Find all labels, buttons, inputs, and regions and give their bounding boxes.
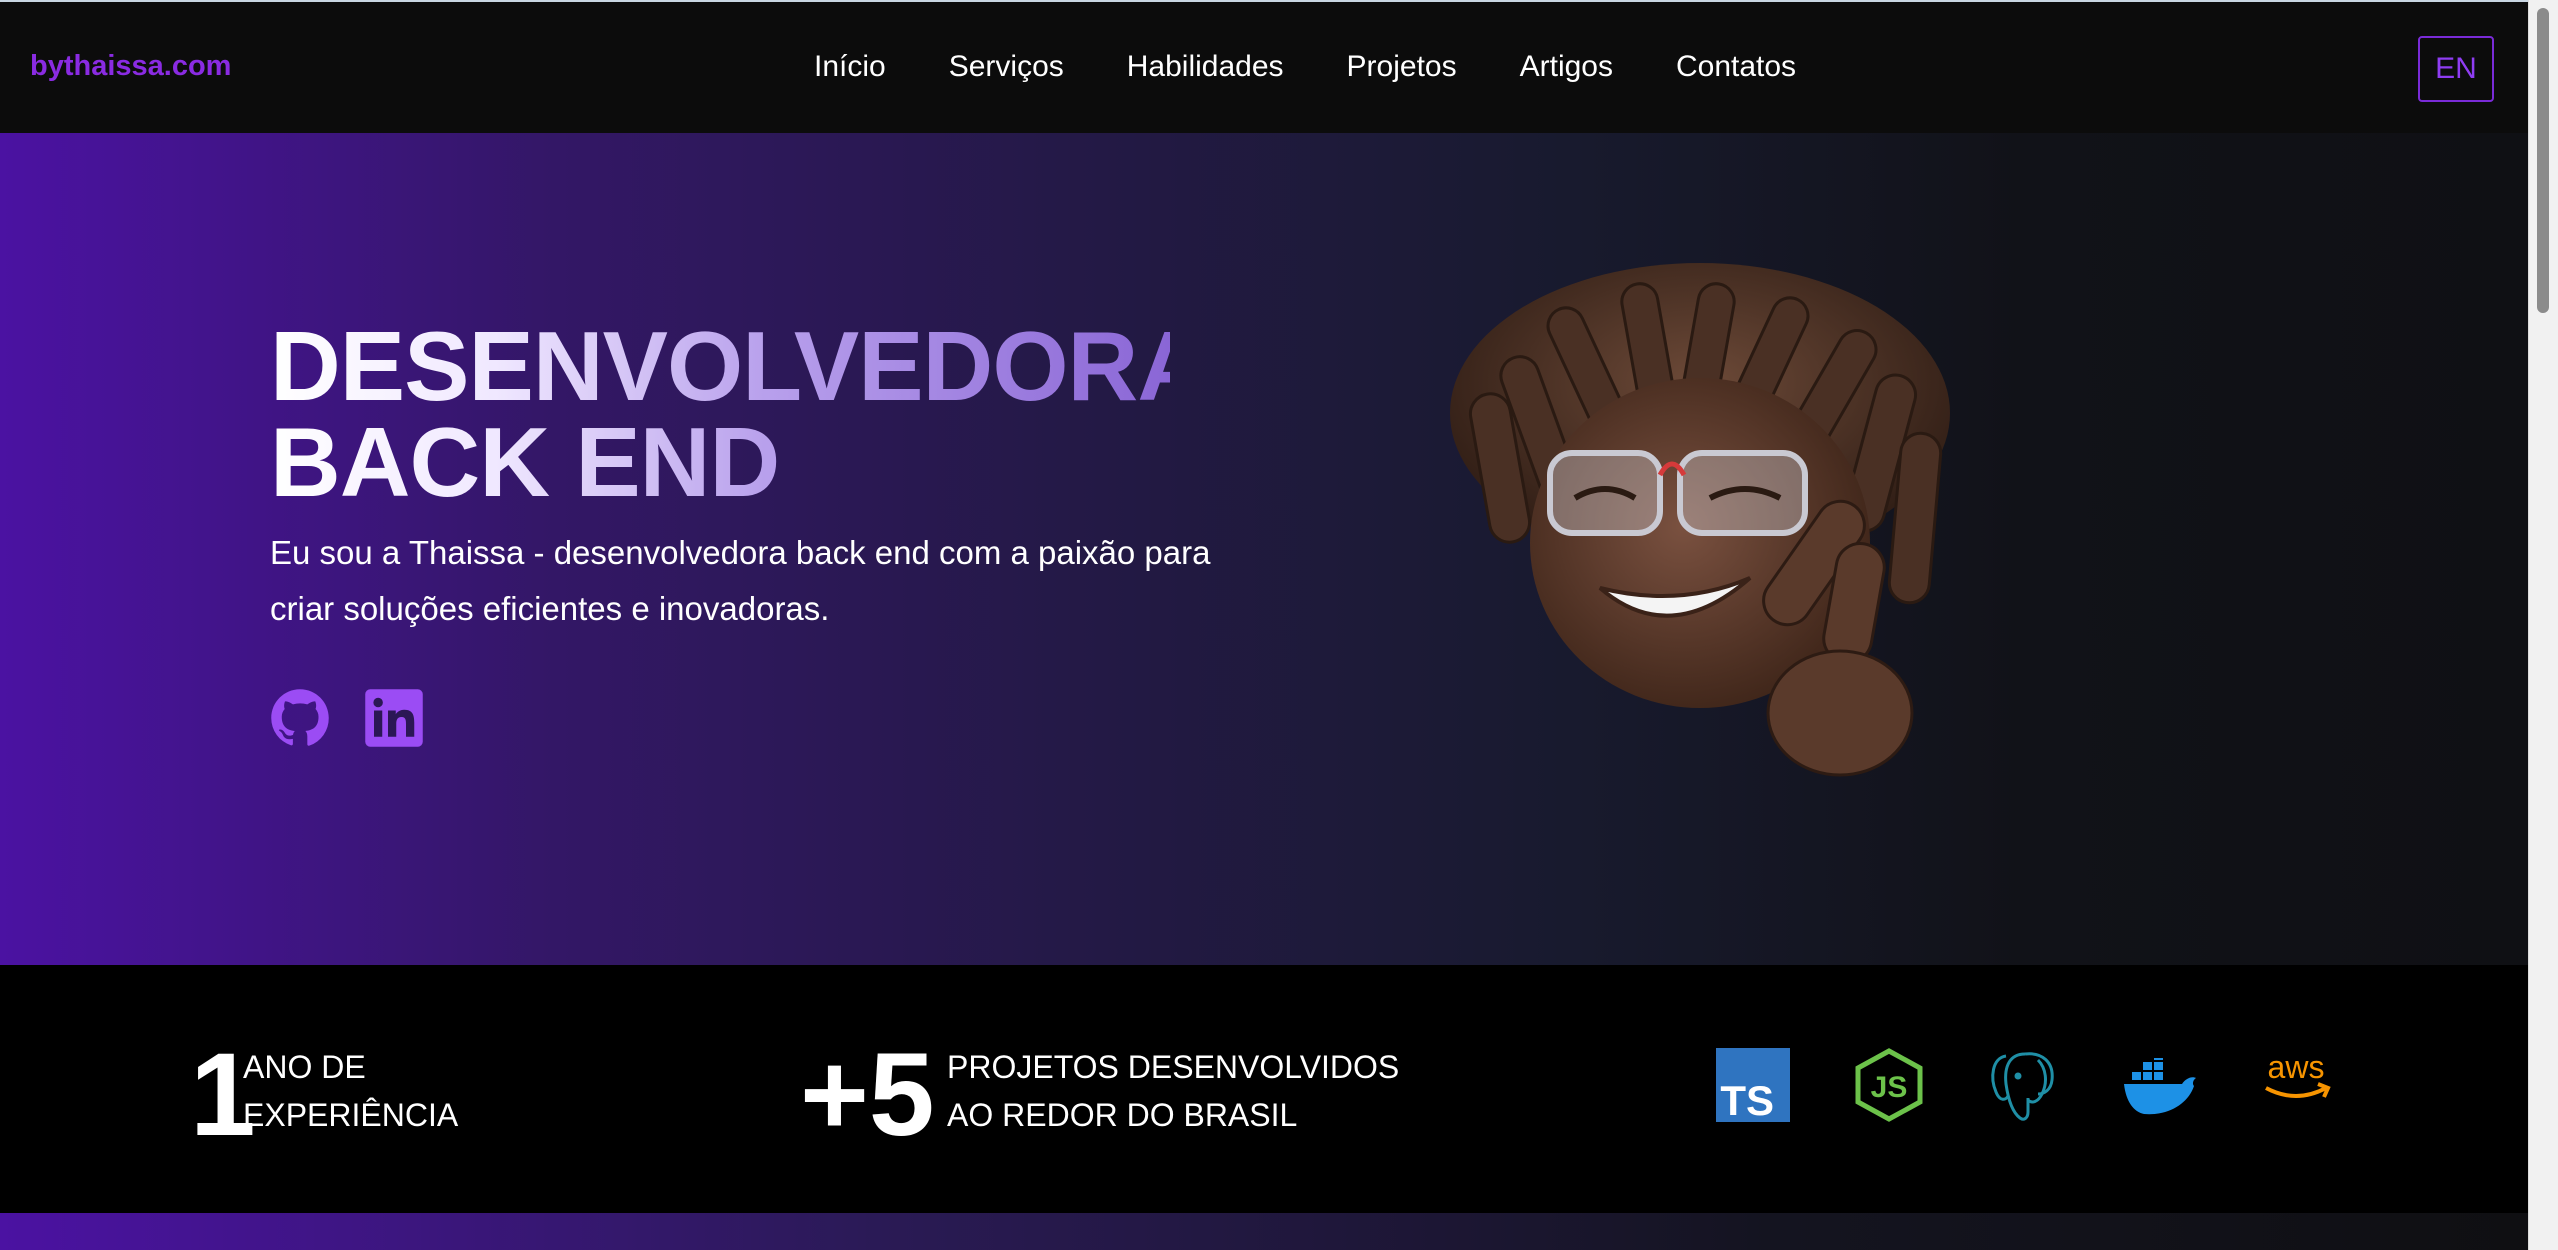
postgresql-badge bbox=[1988, 1048, 2062, 1129]
nav-item-contatos[interactable]: Contatos bbox=[1676, 50, 1796, 84]
github-link[interactable] bbox=[270, 688, 330, 748]
main-menu: Início Serviços Habilidades Projetos Art… bbox=[814, 50, 1859, 84]
projects-label: PROJETOS DESENVOLVIDOS AO REDOR DO BRASI… bbox=[947, 1043, 1399, 1139]
aws-icon: aws bbox=[2265, 1049, 2331, 1098]
brand-logo-link[interactable]: bythaissa.com bbox=[30, 50, 231, 83]
projects-label-line-2: AO REDOR DO BRASIL bbox=[947, 1097, 1298, 1133]
linkedin-icon bbox=[365, 689, 423, 747]
linkedin-link[interactable] bbox=[364, 688, 424, 748]
memoji-avatar-icon bbox=[1450, 263, 1950, 777]
language-toggle-button[interactable]: EN bbox=[2418, 36, 2494, 102]
scrollbar-thumb[interactable] bbox=[2537, 8, 2549, 313]
postgresql-icon bbox=[1991, 1052, 2054, 1121]
typescript-icon: TS bbox=[1716, 1048, 1790, 1124]
social-links bbox=[270, 688, 424, 748]
experience-label-line-2: EXPERIÊNCIA bbox=[243, 1097, 459, 1133]
headline-line-2: BACK END bbox=[270, 407, 780, 517]
headline-line-1: DESENVOLVEDORA bbox=[270, 311, 1208, 421]
page-scrollbar[interactable] bbox=[2528, 0, 2558, 1250]
docker-badge bbox=[2122, 1048, 2198, 1123]
navbar: bythaissa.com Início Serviços Habilidade… bbox=[0, 0, 2528, 133]
docker-icon bbox=[2124, 1052, 2196, 1115]
aws-badge: aws bbox=[2258, 1048, 2334, 1113]
nav-item-habilidades[interactable]: Habilidades bbox=[1127, 50, 1284, 84]
page: bythaissa.com Início Serviços Habilidade… bbox=[0, 0, 2528, 1250]
nav-item-servicos[interactable]: Serviços bbox=[949, 50, 1064, 84]
projects-label-line-1: PROJETOS DESENVOLVIDOS bbox=[947, 1049, 1400, 1085]
github-icon bbox=[271, 689, 329, 746]
hero-headline: DESENVOLVEDORA BACK END bbox=[270, 318, 1170, 510]
nodejs-label: JS bbox=[1871, 1071, 1908, 1104]
experience-label: ANO DE EXPERIÊNCIA bbox=[243, 1043, 458, 1139]
nav-item-artigos[interactable]: Artigos bbox=[1520, 50, 1613, 84]
next-section-preview bbox=[0, 1213, 2528, 1250]
nav-item-projetos[interactable]: Projetos bbox=[1347, 50, 1457, 84]
nodejs-icon: JS bbox=[1855, 1048, 1923, 1122]
projects-number: +5 bbox=[800, 1029, 935, 1161]
nav-item-inicio[interactable]: Início bbox=[814, 50, 886, 84]
typescript-label: TS bbox=[1720, 1077, 1774, 1122]
nodejs-badge: JS bbox=[1852, 1048, 1926, 1127]
aws-label: aws bbox=[2268, 1049, 2325, 1085]
hero-subtitle: Eu sou a Thaissa - desenvolvedora back e… bbox=[270, 534, 1211, 627]
hero-section: DESENVOLVEDORA BACK END Eu sou a Thaissa… bbox=[0, 133, 2528, 965]
experience-label-line-1: ANO DE bbox=[243, 1049, 366, 1085]
typescript-badge: TS bbox=[1716, 1048, 1790, 1127]
